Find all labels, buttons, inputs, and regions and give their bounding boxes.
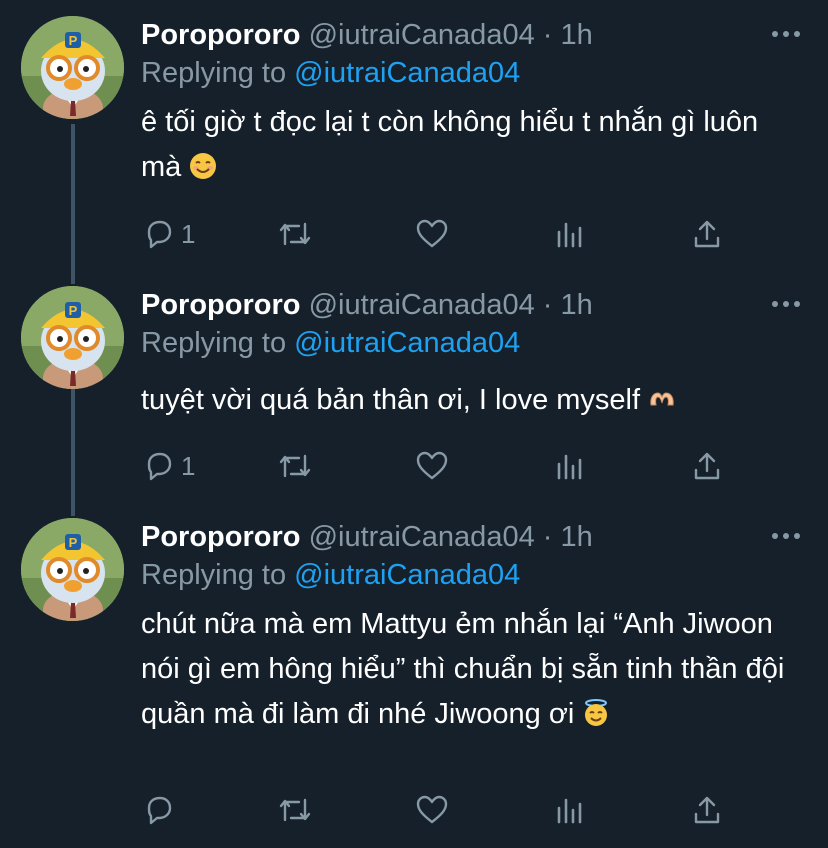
reply-count: 1 — [181, 218, 196, 249]
retweet-icon — [279, 222, 311, 246]
svg-text:P: P — [69, 303, 78, 318]
tweet-text: tuyệt vời quá bản thân ơi, I love myself — [141, 378, 801, 423]
share-button[interactable] — [691, 216, 723, 252]
analytics-icon — [557, 222, 582, 248]
heart-icon — [416, 451, 448, 480]
heart-icon — [416, 795, 448, 824]
heart-hands-emoji — [650, 392, 674, 406]
reply-button[interactable]: 1 — [143, 216, 195, 252]
analytics-icon — [557, 798, 582, 824]
svg-text:P: P — [69, 33, 78, 48]
smiling-face-emoji — [190, 153, 217, 179]
mention-link[interactable]: @iutraiCanada04 — [294, 57, 520, 89]
timestamp[interactable]: 1h — [561, 19, 593, 51]
porororo-avatar-image: P — [21, 518, 124, 621]
display-name[interactable]: Poropororo — [141, 19, 301, 51]
separator-dot: · — [542, 289, 553, 321]
retweet-icon — [279, 454, 311, 478]
share-icon — [694, 452, 720, 480]
reply-icon — [147, 220, 172, 249]
reply-icon — [147, 796, 172, 825]
more-options-icon[interactable] — [772, 294, 800, 314]
tweet-text: ê tối giờ t đọc lại t còn không hiểu t n… — [141, 100, 801, 190]
reply-button[interactable] — [143, 792, 181, 828]
analytics-button[interactable] — [555, 792, 585, 828]
avatar[interactable]: P — [21, 286, 124, 389]
tweet[interactable]: P Poropororo @iutraiCanada04 · 1h Replyi… — [0, 270, 828, 502]
share-icon — [694, 796, 720, 824]
mention-link[interactable]: @iutraiCanada04 — [294, 327, 520, 359]
mention-link[interactable]: @iutraiCanada04 — [294, 559, 520, 591]
like-button[interactable] — [415, 448, 455, 484]
reply-count: 1 — [181, 450, 196, 481]
share-button[interactable] — [691, 792, 723, 828]
replying-to-label: Replying to — [141, 57, 287, 89]
timestamp[interactable]: 1h — [561, 521, 593, 553]
replying-to-label: Replying to — [141, 559, 287, 591]
retweet-icon — [279, 798, 311, 822]
retweet-button[interactable] — [277, 792, 319, 828]
analytics-icon — [557, 454, 582, 480]
smiling-face-with-halo-emoji — [585, 699, 608, 726]
tweet[interactable]: P Poropororo @iutraiCanada04 · 1h Replyi… — [0, 0, 828, 270]
share-icon — [694, 220, 720, 248]
tweet-text: chút nữa mà em Mattyu ẻm nhắn lại “Anh J… — [141, 602, 796, 737]
porororo-avatar-image: P — [21, 16, 124, 119]
like-button[interactable] — [415, 792, 455, 828]
tweet-header: Poropororo @iutraiCanada04 · 1h — [141, 520, 593, 554]
tweet-text-content: tuyệt vời quá bản thân ơi, I love myself — [141, 384, 641, 416]
svg-text:P: P — [69, 535, 78, 550]
reply-icon — [147, 452, 172, 481]
tweet-header: Poropororo @iutraiCanada04 · 1h — [141, 18, 593, 52]
user-handle[interactable]: @iutraiCanada04 — [309, 289, 535, 321]
user-handle[interactable]: @iutraiCanada04 — [309, 19, 535, 51]
tweet-header: Poropororo @iutraiCanada04 · 1h — [141, 288, 593, 322]
replying-to: Replying to @iutraiCanada04 — [141, 56, 520, 90]
tweet-actions — [141, 792, 741, 832]
separator-dot: · — [542, 521, 553, 553]
replying-to: Replying to @iutraiCanada04 — [141, 326, 520, 360]
display-name[interactable]: Poropororo — [141, 289, 301, 321]
display-name[interactable]: Poropororo — [141, 521, 301, 553]
heart-icon — [416, 219, 448, 248]
more-options-icon[interactable] — [772, 526, 800, 546]
avatar[interactable]: P — [21, 518, 124, 621]
replying-to: Replying to @iutraiCanada04 — [141, 558, 520, 592]
reply-button[interactable]: 1 — [143, 448, 195, 484]
separator-dot: · — [542, 19, 553, 51]
replying-to-label: Replying to — [141, 327, 287, 359]
tweet-actions: 1 — [141, 216, 741, 256]
porororo-avatar-image: P — [21, 286, 124, 389]
avatar[interactable]: P — [21, 16, 124, 119]
tweet[interactable]: P Poropororo @iutraiCanada04 · 1h Replyi… — [0, 502, 828, 848]
timestamp[interactable]: 1h — [561, 289, 593, 321]
tweet-text-content: ê tối giờ t đọc lại t còn không hiểu t n… — [141, 106, 759, 183]
retweet-button[interactable] — [277, 216, 319, 252]
share-button[interactable] — [691, 448, 723, 484]
more-options-icon[interactable] — [772, 24, 800, 44]
analytics-button[interactable] — [555, 216, 585, 252]
retweet-button[interactable] — [277, 448, 319, 484]
analytics-button[interactable] — [555, 448, 585, 484]
tweet-text-content: chút nữa mà em Mattyu ẻm nhắn lại “Anh J… — [141, 608, 785, 730]
tweet-actions: 1 — [141, 448, 741, 488]
like-button[interactable] — [415, 216, 455, 252]
user-handle[interactable]: @iutraiCanada04 — [309, 521, 535, 553]
